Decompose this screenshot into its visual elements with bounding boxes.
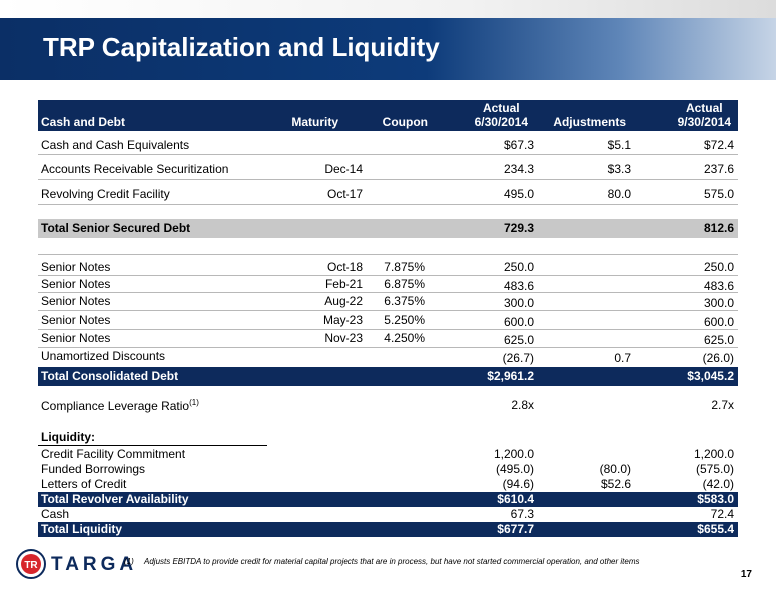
title-bar: TRP Capitalization and Liquidity <box>0 18 776 80</box>
total-senior-secured-row: Total Senior Secured Debt 729.3 812.6 <box>38 219 738 238</box>
page-number: 17 <box>740 569 752 580</box>
table-row: Senior Notes Feb-21 6.875% 483.6 483.6 <box>38 277 738 293</box>
total-liquidity-row: Total Liquidity $677.7 $655.4 <box>38 522 738 537</box>
total-consolidated-debt-row: Total Consolidated Debt $2,961.2 $3,045.… <box>38 367 738 386</box>
liquidity-heading-row: Liquidity: <box>38 430 738 446</box>
table-row: Accounts Receivable Securitization Dec-1… <box>38 162 738 180</box>
table-row: Cash and Cash Equivalents $67.3 $5.1 $72… <box>38 138 738 155</box>
top-strip <box>0 0 776 18</box>
svg-text:TR: TR <box>24 560 38 571</box>
table-row: Revolving Credit Facility Oct-17 495.0 8… <box>38 187 738 205</box>
table-row: Senior Notes Aug-22 6.375% 300.0 300.0 <box>38 294 738 311</box>
header-coupon: Coupon <box>382 115 428 129</box>
table-row: Funded Borrowings (495.0) (80.0) (575.0) <box>41 462 734 476</box>
table-row: Senior Notes May-23 5.250% 600.0 600.0 <box>38 313 738 330</box>
liquidity-underline <box>38 445 267 446</box>
header-maturity: Maturity <box>291 115 338 129</box>
header-actual-q3: Actual 9/30/2014 <box>677 101 731 129</box>
table-row: Senior Notes Nov-23 4.250% 625.0 625.0 <box>38 331 738 348</box>
table-row: Letters of Credit (94.6) $52.6 (42.0) <box>41 477 734 491</box>
header-adjustments: Adjustments <box>553 115 626 129</box>
page-title: TRP Capitalization and Liquidity <box>43 32 440 62</box>
header-cash-and-debt: Cash and Debt <box>41 115 126 129</box>
liquidity-heading: Liquidity: <box>41 430 95 444</box>
leverage-ratio-row: Compliance Leverage Ratio(1) 2.8x 2.7x <box>41 398 734 413</box>
targa-emblem-icon: TR <box>16 549 46 579</box>
table-row: Unamortized Discounts (26.7) 0.7 (26.0) <box>41 349 734 365</box>
table-row: Cash 67.3 72.4 <box>41 507 734 521</box>
table-header: Cash and Debt Maturity Coupon Actual 6/3… <box>38 100 738 131</box>
divider <box>38 254 738 255</box>
table-row: Credit Facility Commitment 1,200.0 1,200… <box>41 447 734 461</box>
table-row: Senior Notes Oct-18 7.875% 250.0 250.0 <box>38 260 738 276</box>
header-actual-q2: Actual 6/30/2014 <box>474 101 528 129</box>
total-revolver-availability-row: Total Revolver Availability $610.4 $583.… <box>38 492 738 507</box>
targa-logo: TR TARGA <box>15 548 133 580</box>
